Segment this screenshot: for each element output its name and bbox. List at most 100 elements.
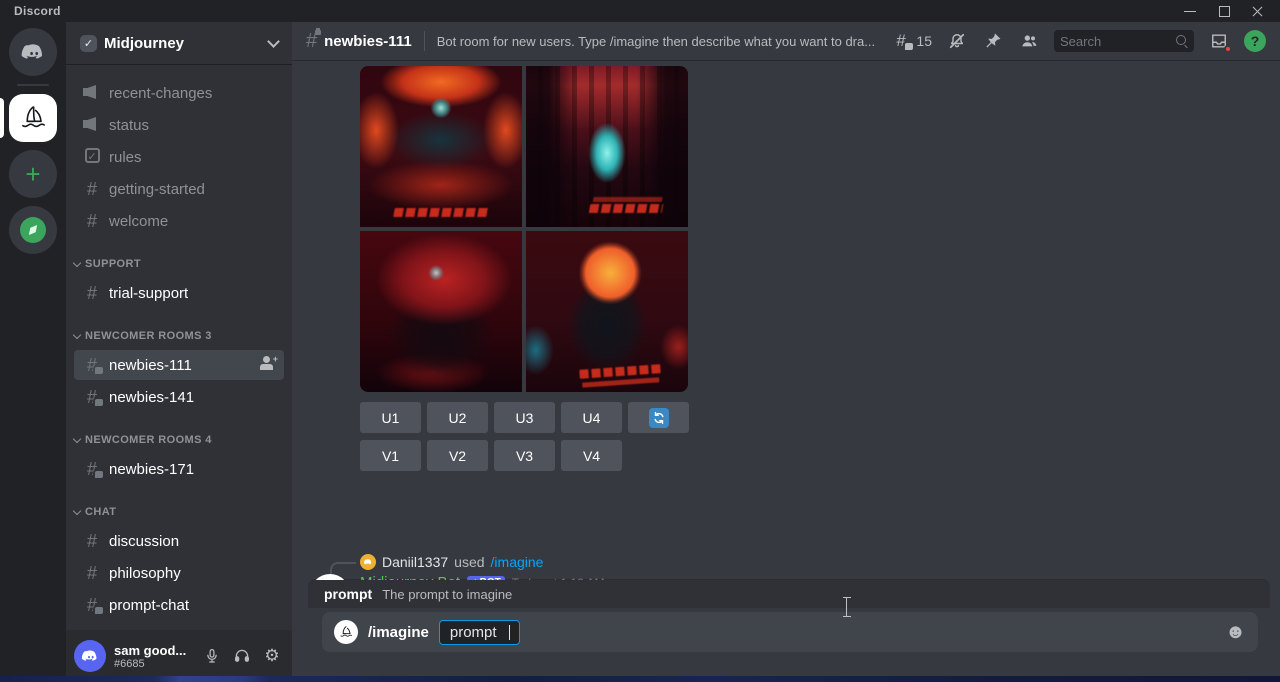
channel-sidebar: Midjourney recent-changes status rules g… <box>66 22 292 682</box>
server-dropdown-header[interactable]: Midjourney <box>66 22 292 64</box>
help-button[interactable]: ? <box>1244 30 1266 52</box>
search-input[interactable] <box>1060 34 1176 49</box>
channel-status[interactable]: status <box>74 110 284 140</box>
app-title: Discord <box>14 4 61 18</box>
generated-image-4[interactable] <box>526 231 688 392</box>
variation-v2-button[interactable]: V2 <box>427 440 488 471</box>
server-rail: + <box>0 22 66 682</box>
message-input[interactable]: /imagine prompt ☻ <box>322 612 1258 652</box>
channel-rules[interactable]: rules <box>74 142 284 172</box>
refresh-icon <box>649 408 669 428</box>
header-divider <box>424 31 425 51</box>
minimize-button[interactable] <box>1184 5 1196 17</box>
mute-microphone-button[interactable] <box>202 646 222 666</box>
rules-icon <box>85 148 100 163</box>
gear-icon: ⚙ <box>264 646 279 666</box>
variation-v4-button[interactable]: V4 <box>561 440 622 471</box>
create-invite-button[interactable]: + <box>260 356 276 375</box>
window-titlebar: Discord <box>0 0 1280 22</box>
upscale-u4-button[interactable]: U4 <box>561 402 622 433</box>
section-support[interactable]: SUPPORT <box>66 252 292 276</box>
deafen-button[interactable] <box>232 646 252 666</box>
pinned-messages-button[interactable] <box>982 30 1004 52</box>
headphones-icon <box>233 647 251 665</box>
threads-button[interactable]: 15 <box>896 31 932 51</box>
user-avatar-small[interactable] <box>360 554 376 570</box>
member-list-button[interactable] <box>1018 30 1040 52</box>
sailboat-icon <box>338 624 354 640</box>
mouse-text-cursor <box>841 596 853 618</box>
channel-discussion[interactable]: discussion <box>74 526 284 556</box>
bot-author-name[interactable]: Midjourney Bot <box>360 574 460 580</box>
channel-getting-started[interactable]: getting-started <box>74 174 284 204</box>
upscale-u3-button[interactable]: U3 <box>494 402 555 433</box>
interaction-action: used <box>454 554 484 570</box>
server-icon-midjourney[interactable] <box>9 94 57 142</box>
user-panel: sam good... #6685 ⚙ <box>66 630 292 682</box>
section-newcomer-rooms-4[interactable]: NEWCOMER ROOMS 4 <box>66 428 292 452</box>
variation-v1-button[interactable]: V1 <box>360 440 421 471</box>
generated-image-2[interactable] <box>526 66 688 227</box>
section-chat[interactable]: CHAT <box>66 500 292 524</box>
composer-area: /imagine prompt ☻ <box>292 608 1280 682</box>
megaphone-icon <box>83 85 101 99</box>
emoji-picker-button[interactable]: ☻ <box>1225 622 1246 642</box>
sailboat-icon <box>17 102 49 134</box>
hash-chat-icon <box>82 387 102 407</box>
generated-image-1[interactable] <box>360 66 522 227</box>
upscale-u1-button[interactable]: U1 <box>360 402 421 433</box>
upscale-u2-button[interactable]: U2 <box>427 402 488 433</box>
channel-trial-support[interactable]: trial-support <box>74 278 284 308</box>
rail-divider <box>17 84 49 86</box>
slash-command-hint-bar: prompt The prompt to imagine <box>308 580 1270 608</box>
channel-topic[interactable]: Bot room for new users. Type /imagine th… <box>437 34 875 49</box>
channel-newbies-141[interactable]: newbies-141 <box>74 382 284 412</box>
microphone-icon <box>203 647 221 665</box>
variation-v3-button[interactable]: V3 <box>494 440 555 471</box>
hash-icon <box>82 563 102 583</box>
add-server-button[interactable]: + <box>9 150 57 198</box>
user-settings-button[interactable]: ⚙ <box>262 646 282 666</box>
maximize-button[interactable] <box>1218 5 1230 17</box>
interaction-username[interactable]: Daniil1337 <box>382 554 448 570</box>
prompt-option-value: prompt <box>450 624 497 641</box>
channel-off-topic[interactable]: off-topic <box>74 622 284 630</box>
interaction-command-link[interactable]: /imagine <box>491 554 544 570</box>
search-box[interactable] <box>1054 30 1194 52</box>
reroll-button[interactable] <box>628 402 689 433</box>
discord-home-button[interactable] <box>9 28 57 76</box>
channel-newbies-171[interactable]: newbies-171 <box>74 454 284 484</box>
chevron-down-icon <box>73 435 81 443</box>
generated-image-3[interactable] <box>360 231 522 392</box>
chevron-down-icon <box>73 507 81 515</box>
user-info[interactable]: sam good... #6685 <box>114 643 202 670</box>
channel-philosophy[interactable]: philosophy <box>74 558 284 588</box>
explore-servers-button[interactable] <box>9 206 57 254</box>
section-newcomer-rooms-3[interactable]: NEWCOMER ROOMS 3 <box>66 324 292 348</box>
poster-text <box>393 208 489 217</box>
selected-server-indicator <box>0 98 4 138</box>
notification-settings-button[interactable] <box>946 30 968 52</box>
user-avatar[interactable] <box>74 640 106 672</box>
discord-logo-icon <box>80 646 100 666</box>
hash-icon <box>82 283 102 303</box>
channel-recent-changes[interactable]: recent-changes <box>74 78 284 108</box>
channel-welcome[interactable]: welcome <box>74 206 284 236</box>
channel-header: newbies-111 Bot room for new users. Type… <box>292 22 1280 60</box>
midjourney-image-grid[interactable] <box>360 66 688 392</box>
chevron-down-icon <box>267 35 280 48</box>
members-icon <box>1019 31 1039 51</box>
hash-chat-icon <box>82 595 102 615</box>
username: sam good... <box>114 643 202 658</box>
hash-chat-icon <box>82 459 102 479</box>
active-command: /imagine <box>368 624 429 641</box>
chevron-down-icon <box>73 259 81 267</box>
prompt-option-field[interactable]: prompt <box>439 620 520 645</box>
inbox-button[interactable] <box>1208 30 1230 52</box>
option-name: prompt <box>324 586 372 602</box>
channel-prompt-chat[interactable]: prompt-chat <box>74 590 284 620</box>
server-name: Midjourney <box>104 35 269 52</box>
plus-icon: + <box>25 159 40 190</box>
channel-newbies-111[interactable]: newbies-111 + <box>74 350 284 380</box>
close-button[interactable] <box>1252 5 1264 17</box>
